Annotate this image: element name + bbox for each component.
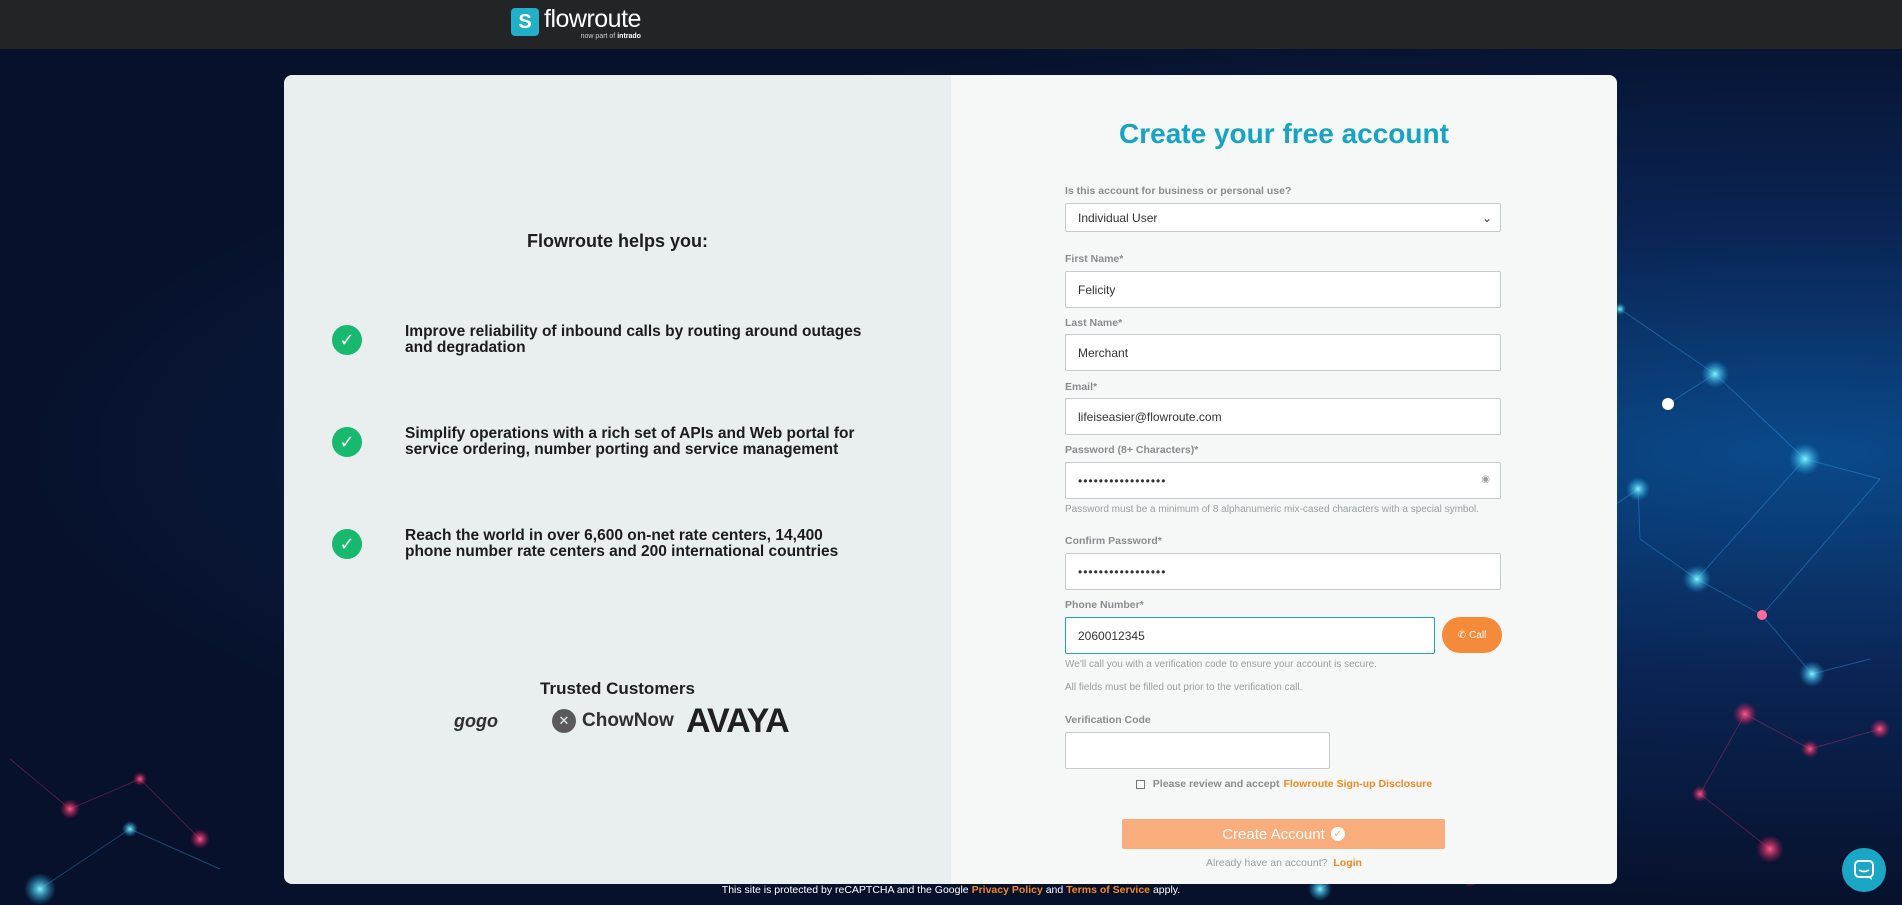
- confirm-password-label: Confirm Password*: [1065, 535, 1162, 547]
- phone-input[interactable]: 2060012345: [1065, 617, 1435, 654]
- gogo-logo: gogo: [454, 710, 498, 731]
- call-button-label: Call: [1469, 629, 1487, 641]
- signup-card: Flowroute helps you: ✓ Improve reliabili…: [284, 75, 1617, 884]
- form-title: Create your free account: [1119, 118, 1449, 149]
- last-name-label: Last Name*: [1065, 317, 1123, 329]
- last-name-value: Merchant: [1078, 345, 1129, 360]
- call-button[interactable]: ✆ Call: [1442, 617, 1502, 653]
- recaptcha-suffix: apply.: [1152, 884, 1181, 896]
- account-type-value: Individual User: [1078, 210, 1158, 225]
- chownow-logo: ✕ ChowNow: [552, 703, 674, 739]
- email-input[interactable]: lifeiseasier@flowroute.com: [1065, 398, 1501, 435]
- flowroute-logo[interactable]: S flowroute now part of intrado: [511, 7, 641, 41]
- trusted-customers-title: Trusted Customers: [540, 679, 695, 698]
- benefit-text: Improve reliability of inbound calls by …: [405, 323, 862, 356]
- account-type-label: Is this account for business or personal…: [1065, 185, 1292, 197]
- phone-icon: ✆: [1457, 629, 1467, 641]
- benefit-item: ✓ Improve reliability of inbound calls b…: [332, 324, 892, 356]
- avaya-logo: AVAYA: [686, 701, 790, 740]
- flowroute-logo-icon: S: [511, 8, 539, 36]
- check-circle-icon: ✓: [1330, 827, 1345, 841]
- logo-name: flowroute: [544, 5, 641, 33]
- logo-tagline: now part of intrado: [580, 33, 641, 40]
- create-account-button[interactable]: Create Account ✓: [1122, 819, 1445, 849]
- eye-icon[interactable]: ◉: [1481, 474, 1490, 485]
- create-account-label: Create Account: [1222, 825, 1325, 843]
- confirm-password-input[interactable]: •••••••••••••••••: [1065, 553, 1501, 590]
- benefit-item: ✓ Reach the world in over 6,600 on-net r…: [332, 528, 892, 560]
- check-circle-icon: ✓: [332, 529, 362, 559]
- recaptcha-notice: This site is protected by reCAPTCHA and …: [0, 884, 1902, 896]
- benefits-title: Flowroute helps you:: [526, 231, 708, 251]
- account-type-select[interactable]: Individual User ⌄: [1065, 203, 1501, 232]
- benefit-text: Reach the world in over 6,600 on-net rat…: [405, 527, 839, 560]
- password-hint: Password must be a minimum of 8 alphanum…: [1065, 504, 1480, 515]
- email-label: Email*: [1065, 381, 1098, 393]
- already-have-account-text: Already have an account?: [1206, 857, 1328, 869]
- chat-launcher-button[interactable]: [1842, 848, 1886, 892]
- confirm-password-value: •••••••••••••••••: [1078, 564, 1167, 579]
- check-circle-icon: ✓: [332, 325, 362, 355]
- terms-of-service-link[interactable]: Terms of Service: [1066, 884, 1150, 896]
- benefit-text: Simplify operations with a rich set of A…: [405, 425, 855, 458]
- disclosure-link[interactable]: Flowroute Sign-up Disclosure: [1283, 778, 1432, 790]
- chevron-down-icon: ⌄: [1481, 210, 1492, 225]
- recaptcha-text: This site is protected by reCAPTCHA and …: [721, 884, 969, 896]
- benefits-panel: Flowroute helps you: ✓ Improve reliabili…: [284, 75, 951, 884]
- last-name-input[interactable]: Merchant: [1065, 334, 1501, 371]
- first-name-value: Felicity: [1078, 282, 1116, 297]
- chat-icon: [1854, 860, 1874, 880]
- top-navigation-bar: S flowroute now part of intrado: [0, 0, 1902, 49]
- phone-label: Phone Number*: [1065, 599, 1144, 611]
- phone-value: 2060012345: [1078, 628, 1145, 643]
- login-link[interactable]: Login: [1333, 857, 1362, 869]
- disclosure-checkbox[interactable]: [1135, 779, 1145, 789]
- privacy-policy-link[interactable]: Privacy Policy: [972, 884, 1043, 896]
- password-label: Password (8+ Characters)*: [1065, 444, 1199, 456]
- chownow-utensils-icon: ✕: [552, 709, 576, 733]
- first-name-label: First Name*: [1065, 253, 1124, 265]
- password-input[interactable]: ••••••••••••••••• ◉: [1065, 462, 1501, 499]
- verification-code-label: Verification Code: [1065, 714, 1151, 726]
- recaptcha-and: and: [1045, 884, 1064, 896]
- first-name-input[interactable]: Felicity: [1065, 271, 1501, 308]
- disclosure-text: Please review and accept: [1152, 778, 1280, 790]
- phone-hint: We'll call you with a verification code …: [1065, 659, 1377, 670]
- check-circle-icon: ✓: [332, 427, 362, 457]
- disclosure-row: Please review and accept Flowroute Sign-…: [951, 778, 1617, 790]
- verification-code-input[interactable]: [1065, 732, 1330, 769]
- benefit-item: ✓ Simplify operations with a rich set of…: [332, 426, 892, 458]
- signup-form-panel: Create your free account Is this account…: [951, 75, 1617, 884]
- password-value: •••••••••••••••••: [1078, 473, 1167, 488]
- login-prompt: Already have an account? Login: [951, 857, 1617, 869]
- email-value: lifeiseasier@flowroute.com: [1078, 409, 1222, 424]
- fields-required-hint: All fields must be filled out prior to t…: [1065, 682, 1303, 693]
